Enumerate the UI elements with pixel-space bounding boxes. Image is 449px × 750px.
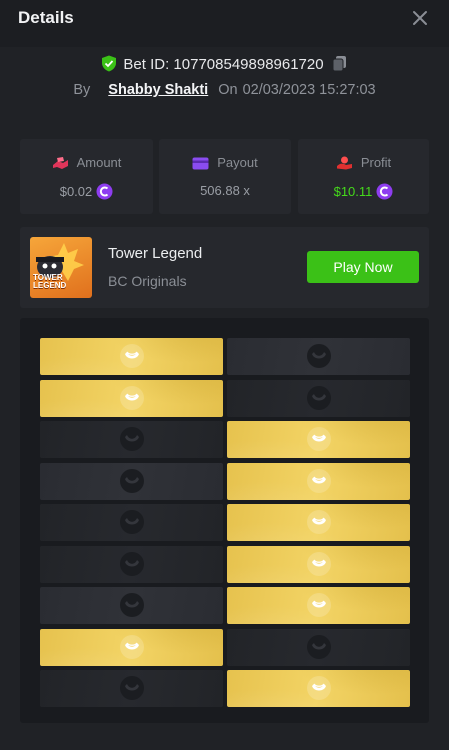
tower-tile[interactable] [40,587,223,624]
tower-tile[interactable] [40,421,223,458]
bet-id-row: Bet ID: 107708549898961720 [0,55,449,73]
tower-tile[interactable] [40,629,223,666]
bet-hand-icon [52,157,68,169]
empty-slot-icon [120,552,144,576]
tower-tile[interactable] [40,338,223,375]
empty-slot-icon [307,344,331,368]
tower-board [20,318,429,723]
tower-tile[interactable] [227,587,410,624]
copy-icon[interactable] [332,55,348,72]
coin-icon [376,183,393,200]
gem-icon [120,635,144,659]
payout-card: Payout 506.88 x [159,139,291,214]
page-title: Details [18,8,74,27]
gem-icon [307,593,331,617]
game-card: TOWER LEGEND Tower Legend BC Originals Pl… [20,227,429,308]
game-thumb-text: TOWER LEGEND [33,273,67,290]
tower-tile[interactable] [40,546,223,583]
tower-tile[interactable] [227,504,410,541]
close-icon[interactable] [410,8,430,28]
gem-icon [120,386,144,410]
amount-value: $0.02 [59,184,93,199]
tower-tile[interactable] [227,380,410,417]
gem-icon [307,552,331,576]
by-label: By [73,82,91,98]
gem-icon [307,469,331,493]
empty-slot-icon [307,386,331,410]
play-now-button[interactable]: Play Now [307,251,419,283]
tower-tile[interactable] [227,463,410,500]
tower-tile[interactable] [227,338,410,375]
coin-icon [96,183,113,200]
gem-icon [307,427,331,451]
details-header: Details [0,0,449,47]
profit-card: Profit $10.11 [298,139,429,214]
gem-icon [307,676,331,700]
payout-label: Payout [217,155,258,170]
bet-id-text: Bet ID: 107708549898961720 [123,56,324,73]
user-link[interactable]: Shabby Shakti [108,82,208,98]
bet-byline: By Shabby Shakti On 02/03/2023 15:27:03 [0,82,449,98]
on-label: On [218,82,238,98]
verified-shield-icon [102,55,117,72]
tower-tile[interactable] [40,670,223,707]
game-thumbnail[interactable]: TOWER LEGEND [30,237,92,298]
empty-slot-icon [120,469,144,493]
gem-icon [120,344,144,368]
tower-tile[interactable] [40,504,223,541]
empty-slot-icon [120,593,144,617]
bet-datetime: 02/03/2023 15:27:03 [242,82,376,98]
payout-value: 506.88 x [200,183,250,198]
game-name[interactable]: Tower Legend [108,245,202,262]
tower-tile[interactable] [40,380,223,417]
gem-icon [307,510,331,534]
profit-label: Profit [360,155,392,170]
tower-tile[interactable] [227,670,410,707]
game-provider: BC Originals [108,273,187,289]
empty-slot-icon [120,676,144,700]
profit-hand-icon [336,156,352,170]
tower-tile[interactable] [227,546,410,583]
empty-slot-icon [307,635,331,659]
profit-value: $10.11 [333,184,373,199]
card-icon [192,157,209,170]
tower-tile[interactable] [227,629,410,666]
tower-tile[interactable] [227,421,410,458]
amount-label: Amount [76,155,122,170]
empty-slot-icon [120,427,144,451]
empty-slot-icon [120,510,144,534]
tower-tile[interactable] [40,463,223,500]
amount-card: Amount $0.02 [20,139,153,214]
